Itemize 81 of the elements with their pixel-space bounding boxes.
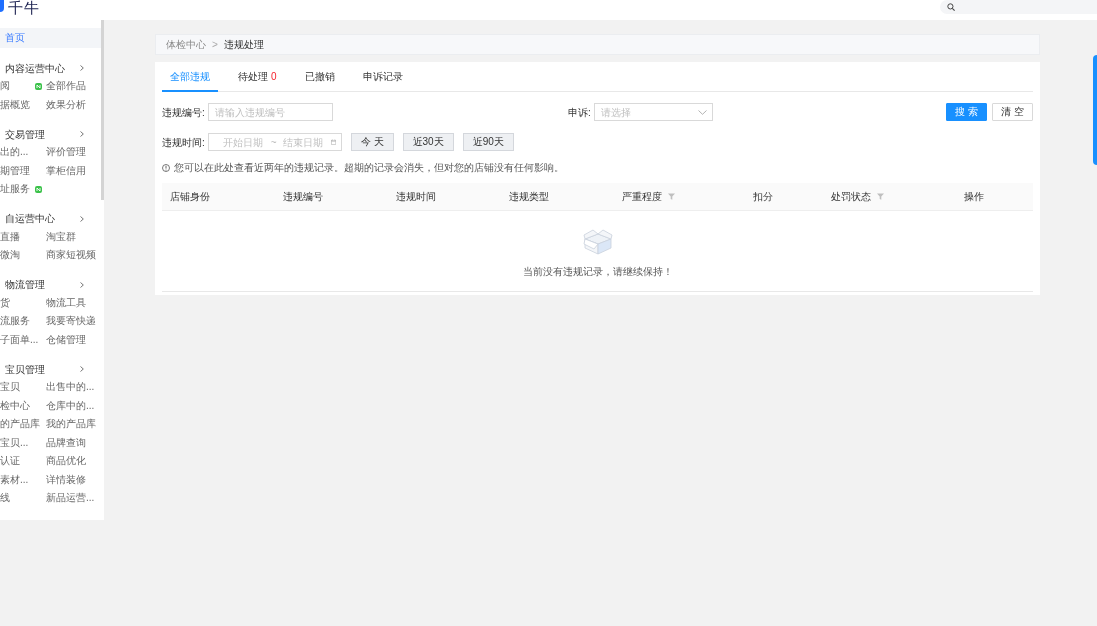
sidebar-link[interactable]: 认证 <box>0 452 44 471</box>
sidebar-link[interactable]: 据概览 <box>0 95 44 114</box>
tab[interactable]: 已撤销 <box>296 62 343 92</box>
sidebar-link[interactable]: 素材... <box>0 470 44 489</box>
sidebar-link[interactable]: 效果分析 <box>46 95 98 114</box>
date-range-button[interactable]: 今 天 <box>350 133 394 151</box>
column-label: 违规编号 <box>283 189 323 204</box>
breadcrumb-current: 违规处理 <box>223 38 264 52</box>
notice-text: 您可以在此处查看近两年的违规记录。超期的记录会消失，但对您的店铺没有任何影响。 <box>174 161 564 175</box>
section-header[interactable]: 宝贝管理 <box>0 360 84 378</box>
chevron-right-icon <box>80 131 84 137</box>
sidebar-link[interactable]: 我的产品库 <box>46 415 98 434</box>
column-label: 扣分 <box>753 189 773 204</box>
logo-icon <box>0 0 4 12</box>
chevron-right-icon <box>80 65 84 71</box>
empty-box-icon <box>582 228 613 256</box>
column-label: 店铺身份 <box>170 189 210 204</box>
sidebar-link[interactable]: 微淘 <box>0 246 44 265</box>
pending-count: 0 <box>271 69 277 84</box>
field-label: 违规编号: <box>162 105 205 120</box>
column-label: 违规时间 <box>396 189 436 204</box>
sidebar-link[interactable]: 址服务 <box>0 180 44 199</box>
search-field[interactable] <box>940 0 1097 14</box>
column-label: 违规类型 <box>509 189 549 204</box>
sidebar-link[interactable]: 直播 <box>0 227 44 246</box>
info-icon <box>162 163 170 172</box>
field-label: 申诉: <box>568 105 591 120</box>
sidebar-link[interactable]: 的产品库 <box>0 415 44 434</box>
sidebar-link[interactable]: 商家短视频 <box>46 246 98 265</box>
range-separator: ~ <box>270 135 277 150</box>
sidebar-link[interactable]: 新品运营... <box>46 489 98 508</box>
field-label: 违规时间: <box>162 135 205 150</box>
sidebar-link[interactable]: 货 <box>0 293 44 312</box>
breadcrumb-link[interactable]: 体检中心 <box>166 37 206 52</box>
calendar-icon <box>330 138 336 146</box>
sidebar-link[interactable]: 评价管理 <box>46 143 98 162</box>
chevron-down-icon <box>697 109 707 115</box>
sidebar-link[interactable]: 仓库中的... <box>46 396 98 415</box>
sidebar-link[interactable]: 详情装修 <box>46 470 98 489</box>
side-drawer-tab[interactable] <box>1093 55 1097 165</box>
sidebar-link[interactable]: 全部作品 <box>46 77 98 96</box>
sidebar-link[interactable]: 我要寄快递 <box>46 312 98 331</box>
sidebar-home-link[interactable]: 首页 <box>0 28 101 48</box>
sidebar-link[interactable]: 子面单... <box>0 330 44 349</box>
date-range-button[interactable]: 近90天 <box>462 133 514 151</box>
sidebar-link[interactable]: 掌柜信用 <box>46 161 98 180</box>
section-header[interactable]: 自运营中心 <box>0 209 84 228</box>
sidebar-link[interactable]: 流服务 <box>0 312 44 331</box>
filter-icon[interactable] <box>668 192 675 200</box>
chevron-right-icon <box>80 281 84 288</box>
column-label: 处罚状态 <box>831 189 871 204</box>
sidebar-link[interactable]: 品牌查询 <box>46 433 98 452</box>
section-header[interactable]: 物流管理 <box>0 275 84 294</box>
sidebar-link[interactable]: 淘宝群 <box>46 227 98 246</box>
tab[interactable]: 申诉记录 <box>354 62 411 92</box>
filter-icon[interactable] <box>877 192 884 200</box>
sidebar-link[interactable]: 期管理 <box>0 161 44 180</box>
column-label: 操作 <box>964 189 984 204</box>
search-icon <box>947 3 955 11</box>
tab[interactable]: 全部违规 <box>162 62 218 92</box>
chevron-right-icon <box>80 215 84 222</box>
section-header[interactable]: 内容运营中心 <box>0 59 84 77</box>
sidebar-link[interactable]: 宝贝 <box>0 378 44 397</box>
sidebar-link[interactable]: 商品优化 <box>46 452 98 471</box>
sidebar-link[interactable]: 物流工具 <box>46 293 98 312</box>
sidebar-link[interactable]: 检中心 <box>0 396 44 415</box>
date-range-button[interactable]: 近30天 <box>402 133 454 151</box>
chevron-right-icon <box>80 366 84 372</box>
clear-button[interactable]: 清 空 <box>992 103 1033 121</box>
logo-text: 千牛 <box>8 0 40 15</box>
sidebar-link[interactable]: 宝贝... <box>0 433 44 452</box>
sidebar-link[interactable]: 出售中的... <box>46 378 98 397</box>
column-label: 严重程度 <box>622 189 662 204</box>
sidebar-link[interactable]: 阅 <box>0 77 44 96</box>
breadcrumb-separator: > <box>212 38 218 52</box>
sidebar-link[interactable]: 仓储管理 <box>46 330 98 349</box>
tab[interactable]: 待处理 0 <box>230 62 285 92</box>
sidebar-link[interactable]: 线 <box>0 489 44 508</box>
section-header[interactable]: 交易管理 <box>0 125 84 143</box>
sidebar-link[interactable]: 出的... <box>0 143 44 162</box>
empty-message: 当前没有违规记录，请继续保持！ <box>522 265 673 279</box>
